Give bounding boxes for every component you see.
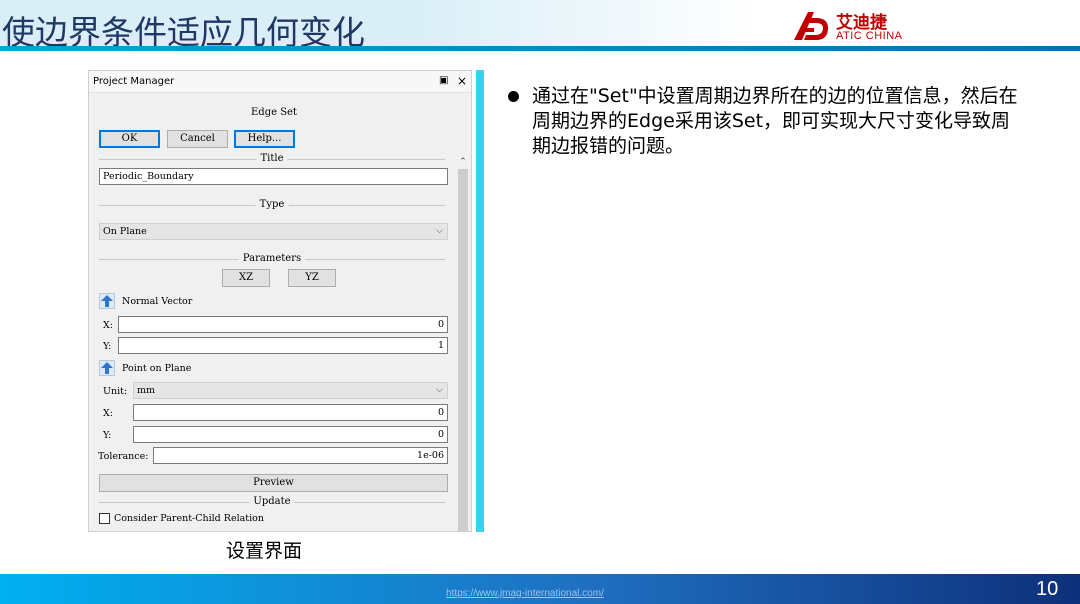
ok-button[interactable]: OK bbox=[99, 130, 160, 148]
footer-link[interactable]: https://www.jmag-international.com/ bbox=[446, 588, 604, 599]
tolerance-label: Tolerance: bbox=[98, 451, 149, 462]
slide-footer: https://www.jmag-international.com/ 10 bbox=[0, 574, 1080, 604]
unit-select-value: mm bbox=[137, 385, 156, 396]
restore-icon[interactable]: ▣ bbox=[439, 75, 448, 86]
company-logo: 艾迪捷 ATIC CHINA bbox=[792, 8, 912, 44]
point-on-plane-arrow-icon[interactable] bbox=[99, 360, 115, 376]
logo-text-en: ATIC CHINA bbox=[836, 30, 903, 42]
panel-accent-bar bbox=[476, 70, 484, 532]
scrollbar[interactable]: ⌃ bbox=[456, 155, 470, 531]
unit-label: Unit: bbox=[103, 386, 128, 397]
section-update-label: Update bbox=[249, 496, 295, 507]
normal-x-label: X: bbox=[103, 320, 113, 331]
logo-mark-icon bbox=[794, 12, 828, 40]
type-select[interactable]: On Plane ⌵ bbox=[99, 223, 448, 240]
normal-y-label: Y: bbox=[103, 341, 112, 352]
close-icon[interactable]: × bbox=[457, 74, 467, 88]
help-button[interactable]: Help... bbox=[234, 130, 295, 148]
normal-y-input[interactable]: 1 bbox=[118, 337, 448, 354]
normal-vector-arrow-icon[interactable] bbox=[99, 293, 115, 309]
point-y-input[interactable]: 0 bbox=[133, 426, 448, 443]
scroll-up-icon[interactable]: ⌃ bbox=[456, 155, 470, 169]
section-type: Type bbox=[99, 199, 445, 211]
unit-select[interactable]: mm ⌵ bbox=[133, 382, 448, 399]
cancel-button[interactable]: Cancel bbox=[167, 130, 228, 148]
section-parameters: Parameters bbox=[99, 253, 445, 265]
bullet-icon bbox=[508, 91, 519, 102]
image-caption: 设置界面 bbox=[226, 540, 303, 562]
project-manager-panel: Project Manager ▣ × Edge Set OK Cancel H… bbox=[88, 70, 472, 532]
section-title-label: Title bbox=[256, 153, 288, 164]
point-x-input[interactable]: 0 bbox=[133, 404, 448, 421]
consider-relation-checkbox[interactable] bbox=[99, 513, 110, 524]
xz-plane-button[interactable]: XZ bbox=[222, 269, 270, 287]
scroll-thumb[interactable] bbox=[458, 169, 468, 531]
header-divider bbox=[0, 46, 1080, 51]
arrow-up-icon bbox=[101, 362, 113, 374]
section-update: Update bbox=[99, 496, 445, 508]
chevron-down-icon: ⌵ bbox=[436, 385, 443, 395]
chevron-down-icon: ⌵ bbox=[436, 226, 443, 236]
bullet-text: 通过在"Set"中设置周期边界所在的边的位置信息，然后在周期边界的Edge采用该… bbox=[532, 85, 1018, 157]
section-type-label: Type bbox=[255, 199, 289, 210]
slide-header: 使边界条件适应几何变化 艾迪捷 ATIC CHINA bbox=[0, 0, 1080, 52]
consider-relation-label: Consider Parent-Child Relation bbox=[114, 513, 264, 524]
point-x-label: X: bbox=[103, 408, 113, 419]
dialog-title: Edge Set bbox=[251, 107, 297, 118]
normal-x-input[interactable]: 0 bbox=[118, 316, 448, 333]
project-manager-titlebar: Project Manager ▣ × bbox=[89, 71, 471, 93]
normal-vector-label: Normal Vector bbox=[122, 296, 193, 307]
tolerance-input[interactable]: 1e-06 bbox=[153, 447, 448, 464]
arrow-up-icon bbox=[101, 295, 113, 307]
type-select-value: On Plane bbox=[103, 226, 147, 237]
point-on-plane-label: Point on Plane bbox=[122, 363, 192, 374]
preview-button[interactable]: Preview bbox=[99, 474, 448, 492]
point-y-label: Y: bbox=[103, 430, 112, 441]
project-manager-title: Project Manager bbox=[93, 76, 175, 87]
section-parameters-label: Parameters bbox=[238, 253, 306, 264]
yz-plane-button[interactable]: YZ bbox=[288, 269, 336, 287]
title-input[interactable]: Periodic_Boundary bbox=[99, 168, 448, 185]
section-title: Title bbox=[99, 153, 445, 165]
page-number: 10 bbox=[1036, 578, 1059, 600]
